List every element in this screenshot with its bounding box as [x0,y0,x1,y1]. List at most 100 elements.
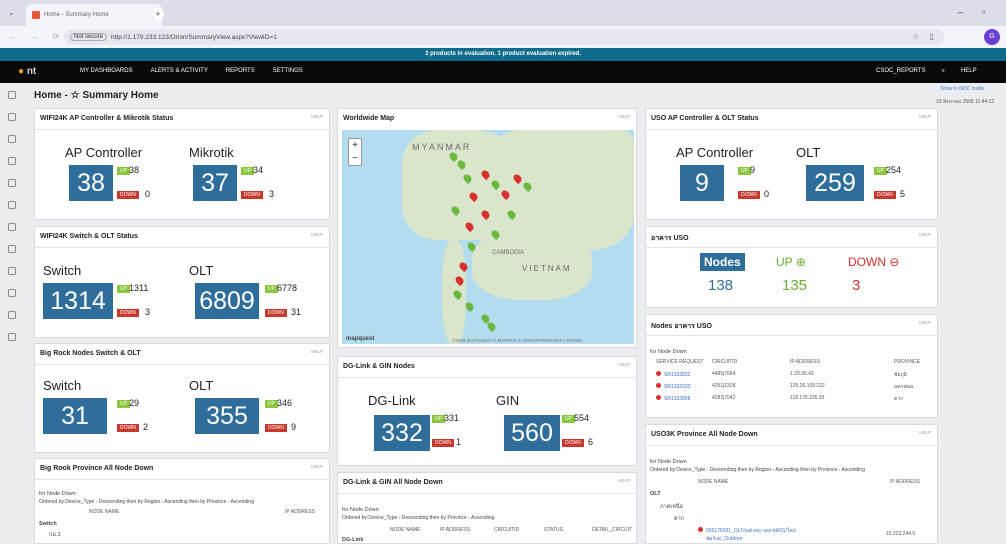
sidebar-icon[interactable] [8,333,16,341]
search-icon[interactable]: ⌕ [942,68,945,75]
map-pin[interactable] [485,320,498,333]
sidebar-icon[interactable] [8,201,16,209]
ap-controller-total[interactable]: 9 [680,165,724,201]
table-row[interactable]: SR1333233 [656,383,716,390]
switch-total[interactable]: 31 [43,398,107,434]
table-row[interactable]: 555170191_OLT/sak-ecc-uso-kt601/ใหม่ [698,527,796,535]
map-attribution[interactable]: ©2025 MAPQUEST © MAPBOX © OPENSTREETMAP … [452,338,582,343]
help-link[interactable]: HELP [311,349,323,354]
gin-total[interactable]: 560 [504,415,560,451]
sidebar-icon[interactable] [8,267,16,275]
subgroup-row: กม.3 [49,532,61,538]
olt-label: OLT [796,145,821,160]
up-count: 554 [574,413,590,423]
table-row[interactable]: SR1333868 [656,395,716,402]
sidebar-icon[interactable] [8,135,16,143]
menu-alerts[interactable]: ALERTS & ACTIVITY [151,68,208,74]
column-header: IP ADDRESS [790,359,820,365]
panel-title: Big Rock Nodes Switch & OLT [40,350,141,357]
bookmark-icon[interactable]: ☆ ▯ [912,32,938,41]
column-header: CIRCUITID [712,359,738,365]
up-count: 254 [886,165,902,175]
column-header: CIRCUITID [494,527,520,533]
home-icon[interactable] [8,91,16,99]
menu-settings[interactable]: SETTINGS [273,68,303,74]
sidebar-icon[interactable] [8,245,16,253]
sidebar-icon[interactable] [8,179,16,187]
down-count: 1 [456,437,462,447]
table-row[interactable]: SR1333832 [656,371,716,378]
help-link[interactable]: HELP [919,114,931,119]
table-cell: ตาก [894,396,904,402]
evaluation-banner: 3 products in evaluation. 1 product eval… [0,48,1006,61]
olt-total[interactable]: 259 [806,165,864,201]
panel-bigrock-down: Big Rook Province All Node Down HELP for… [34,458,330,544]
tab-menu-icon[interactable]: ⌄ [8,8,15,17]
help-menu[interactable]: HELP [961,68,977,75]
down-count: 0 [145,189,151,199]
nodes-label[interactable]: Nodes [700,253,745,271]
breadcrumb-home[interactable]: Home - [34,90,68,101]
help-link[interactable]: HELP [618,114,630,119]
menu-dashboards[interactable]: MY DASHBOARDS [80,68,133,74]
new-tab-icon[interactable]: + [152,8,164,20]
browser-tab[interactable]: Home - Summary Home × [26,4,162,26]
menu-reports[interactable]: REPORTS [226,68,255,74]
column-header: STATUS [544,527,563,533]
switch-total[interactable]: 1314 [43,283,113,319]
help-link[interactable]: HELP [618,362,630,367]
url-text[interactable]: http://1.179.233.123/Orion/SummaryView.a… [111,34,277,41]
panel-title: Big Rook Province All Node Down [40,465,154,472]
minimize-icon[interactable]: – [958,7,963,17]
olt-total[interactable]: 6809 [195,283,259,319]
olt-total[interactable]: 355 [195,398,259,434]
group-row: DG-Link [342,537,364,543]
column-node-name: NODE NAME [89,509,120,515]
panel-bigrock: Big Rock Nodes Switch & OLT HELP Switch … [34,343,330,453]
nav-arrows-icon[interactable]: ← → ⟳ [8,32,65,41]
mikrotik-total[interactable]: 37 [193,165,237,201]
help-link[interactable]: HELP [919,232,931,237]
map-canvas[interactable]: MYANMAR VIETNAM CAMBODIA + − mapquest ©20… [342,130,634,344]
down-badge: DOWN [117,309,139,317]
url-box[interactable]: Not secure http://1.179.233.123/Orion/Su… [64,29,944,45]
table-cell: 4485j7664 [712,371,736,377]
panel-uso-building: อาคาร USO HELP Nodes 138 UP ⊕ 135 DOWN ⊖… [645,226,938,308]
down-count: 3 [852,277,861,294]
favicon-icon [32,11,40,19]
help-link[interactable]: HELP [618,478,630,483]
profile-avatar[interactable]: G [984,29,1000,45]
restore-icon[interactable]: ▫ [982,7,985,17]
table-cell[interactable]: ฟอร์เด/_Outdoor [706,535,742,543]
panel-title: WIFI24K Switch & OLT Status [40,233,138,240]
help-link[interactable]: HELP [311,464,323,469]
not-secure-badge[interactable]: Not secure [70,33,108,41]
panel-title: WIFI24K AP Controller & Mikrotik Status [40,115,174,122]
zoom-control[interactable]: + − [348,138,362,166]
help-link[interactable]: HELP [919,320,931,325]
dg-link-total[interactable]: 332 [374,415,430,451]
table-cell: 118.175.226.93 [790,395,825,401]
sidebar-icon[interactable] [8,113,16,121]
map-label-myanmar: MYANMAR [412,142,472,152]
user-menu[interactable]: CSOC_REPORTS [876,68,926,75]
help-link[interactable]: HELP [311,232,323,237]
down-count: 3 [145,307,151,317]
column-header: NODE NAME [390,527,421,533]
up-badge: UP [432,415,445,423]
noc-mode-link[interactable]: Show in NOC mode [940,86,984,92]
help-link[interactable]: HELP [919,430,931,435]
up-badge: UP [265,400,278,408]
ap-controller-total[interactable]: 38 [69,165,113,201]
table-cell: นครพนม [894,384,914,390]
down-count: 31 [291,307,302,317]
help-link[interactable]: HELP [311,114,323,119]
sidebar-icon[interactable] [8,289,16,297]
logo[interactable]: ● nt [18,66,36,77]
sidebar-icon[interactable] [8,311,16,319]
up-count: 331 [444,413,460,423]
sidebar-icon[interactable] [8,157,16,165]
panel-title: USO3K Province All Node Down [651,431,758,438]
page-title: Summary Home [82,90,159,101]
sidebar-icon[interactable] [8,223,16,231]
